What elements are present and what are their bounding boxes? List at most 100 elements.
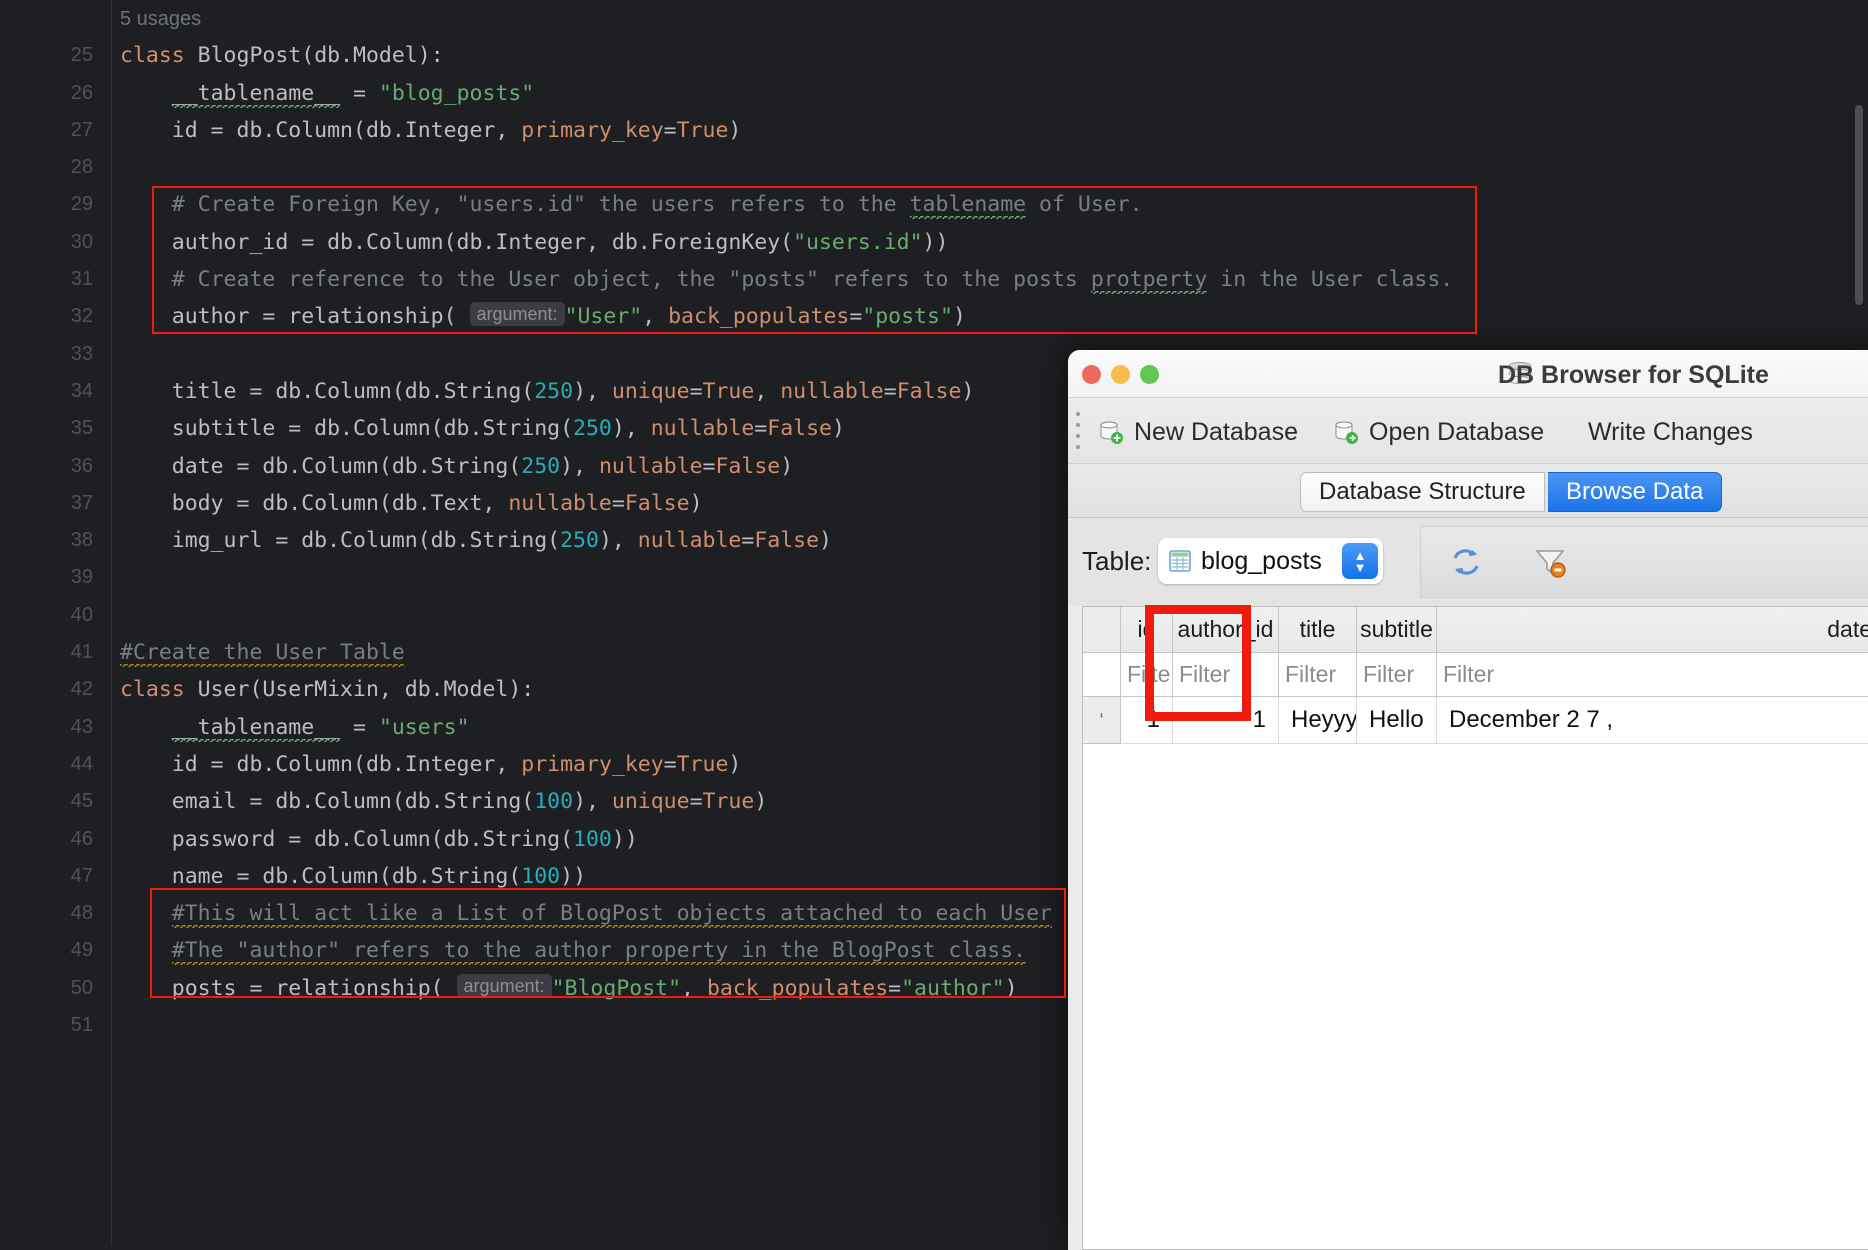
table-select[interactable]: blog_posts ▲ ▼ <box>1158 538 1383 584</box>
code-token: nullable <box>508 490 612 516</box>
filter-input-title[interactable]: Filter <box>1279 653 1357 697</box>
code-token: back_populates <box>668 304 850 330</box>
chevron-up-icon: ▲ <box>1353 547 1367 563</box>
column-header-subtitle[interactable]: subtitle <box>1357 607 1437 653</box>
refresh-icon[interactable] <box>1449 545 1483 579</box>
code-token: (UserMixin, db.Model): <box>249 677 535 703</box>
code-token: 100 <box>573 826 612 852</box>
tab-browse-data[interactable]: Browse Data <box>1548 472 1723 512</box>
code-token: ), <box>573 378 612 404</box>
filter-input-date[interactable]: Filter <box>1437 653 1868 697</box>
code-token: title = db.Column(db.String( <box>120 378 535 404</box>
tab-database-structure[interactable]: Database Structure <box>1300 472 1545 512</box>
code-line[interactable]: __tablename__ = "blog_posts" <box>112 75 1868 112</box>
cell-title[interactable]: Heyyyy <box>1279 697 1357 744</box>
write-changes-button[interactable]: Write Changes <box>1588 412 1753 452</box>
code-token: = <box>663 751 677 777</box>
grid-filter-row[interactable]: Filte Filter Filter Filter Filter <box>1083 653 1868 697</box>
code-token: primary_key <box>521 751 664 777</box>
filter-input-author_id[interactable]: Filter <box>1173 653 1279 697</box>
code-token: = <box>340 80 379 106</box>
code-token: author_id = db.Column(db.Integer, db.For… <box>120 229 794 255</box>
cell-date[interactable]: December 2 7 , <box>1437 697 1868 744</box>
db-browser-window[interactable]: DB Browser for SQLite New Database Open … <box>1068 350 1868 1250</box>
data-grid[interactable]: id author_id title subtitle date Filte Filter… <box>1082 606 1868 1250</box>
line-number-row: 50 <box>0 970 111 1007</box>
code-token: = <box>741 528 755 554</box>
line-number: 46 <box>70 827 93 850</box>
new-database-button[interactable]: New Database <box>1098 412 1298 452</box>
usages-hint[interactable]: 5 usages <box>112 0 1868 37</box>
line-number: 40 <box>70 603 93 626</box>
editor-gutter: 25 26 27 28 29 30 31 32 33 34 35 36 37 38 39 40 41 42 43 44… <box>0 0 112 1246</box>
line-number-row: 48 <box>0 895 111 932</box>
column-header-author_id[interactable]: author_id <box>1173 607 1279 653</box>
code-line[interactable]: class BlogPost(db.Model): <box>112 37 1868 74</box>
code-line[interactable]: author_id = db.Column(db.Integer, db.For… <box>112 224 1868 261</box>
column-header-title[interactable]: title <box>1279 607 1357 653</box>
cell-subtitle[interactable]: Hello <box>1357 697 1437 744</box>
code-line[interactable] <box>112 149 1868 186</box>
line-number: 45 <box>70 790 93 813</box>
toolbar-grip[interactable] <box>1076 412 1082 450</box>
code-token: False <box>896 378 962 404</box>
code-token: ) <box>689 490 703 516</box>
code-line-text: id = db.Column(db.Integer, primary_key=T… <box>112 751 742 777</box>
line-number: 47 <box>70 864 93 887</box>
parameter-hint: argument: <box>456 973 552 998</box>
minimize-window-button[interactable] <box>1111 365 1130 384</box>
code-line[interactable]: # Create reference to the User object, t… <box>112 261 1868 298</box>
table-select-stepper[interactable]: ▲ ▼ <box>1342 543 1378 579</box>
open-database-button[interactable]: Open Database <box>1333 412 1544 452</box>
code-token: "author" <box>901 975 1005 1001</box>
code-line[interactable]: author = relationship( argument: "User", … <box>112 298 1868 335</box>
tab-database-structure-label: Database Structure <box>1319 478 1526 505</box>
code-token: "User" <box>564 304 643 330</box>
code-token: 100 <box>534 789 574 815</box>
window-titlebar: DB Browser for SQLite <box>1068 350 1868 398</box>
code-line[interactable]: # Create Foreign Key, "users.id" the use… <box>112 186 1868 223</box>
code-token: )) <box>560 863 587 889</box>
maximize-window-button[interactable] <box>1140 365 1159 384</box>
line-number: 28 <box>70 156 93 179</box>
code-token: , <box>681 975 707 1001</box>
line-number: 43 <box>70 715 93 738</box>
cell-author_id[interactable]: 1 <box>1173 697 1279 744</box>
row-marker[interactable]: ‘ <box>1083 697 1121 744</box>
line-number-row: 29 <box>0 186 111 223</box>
column-header-date[interactable]: date <box>1437 607 1868 653</box>
typo-highlight: #This will act like a List of BlogPost o… <box>171 901 1052 930</box>
cell-id[interactable]: 1 <box>1121 697 1173 744</box>
window-title: DB Browser for SQLite <box>1498 361 1769 389</box>
open-database-label: Open Database <box>1369 417 1545 446</box>
close-window-button[interactable] <box>1082 365 1101 384</box>
filter-placeholder: Filter <box>1285 661 1337 687</box>
code-token: back_populates <box>706 975 889 1001</box>
line-number: 35 <box>70 417 93 440</box>
code-token: True <box>702 789 755 815</box>
code-token: email = db.Column(db.String( <box>120 789 535 815</box>
code-token: = <box>754 416 768 442</box>
code-line[interactable]: id = db.Column(db.Integer, primary_key=T… <box>112 112 1868 149</box>
line-number-row: 39 <box>0 559 111 596</box>
code-token: = <box>340 714 379 740</box>
filter-placeholder: Filte <box>1127 661 1171 687</box>
code-token: = <box>883 378 897 404</box>
table-row[interactable]: ‘11HeyyyyHelloDecember 2 7 , <box>1083 697 1868 744</box>
editor-scrollbar[interactable] <box>1855 105 1863 305</box>
filter-input-id[interactable]: Filte <box>1121 653 1173 697</box>
column-header-id[interactable]: id <box>1121 607 1173 653</box>
filter-input-subtitle[interactable]: Filter <box>1357 653 1437 697</box>
db-tabbar: Database Structure Browse Data <box>1068 464 1868 518</box>
code-token: False <box>767 416 832 442</box>
line-number: 36 <box>70 454 93 477</box>
code-token: User <box>197 677 250 703</box>
code-token: ): <box>417 43 444 69</box>
filter-icon[interactable] <box>1533 545 1567 579</box>
grid-body[interactable]: ‘11HeyyyyHelloDecember 2 7 , <box>1083 697 1868 744</box>
line-number: 48 <box>70 902 93 925</box>
code-line-text: img_url = db.Column(db.String(250), null… <box>112 528 832 553</box>
